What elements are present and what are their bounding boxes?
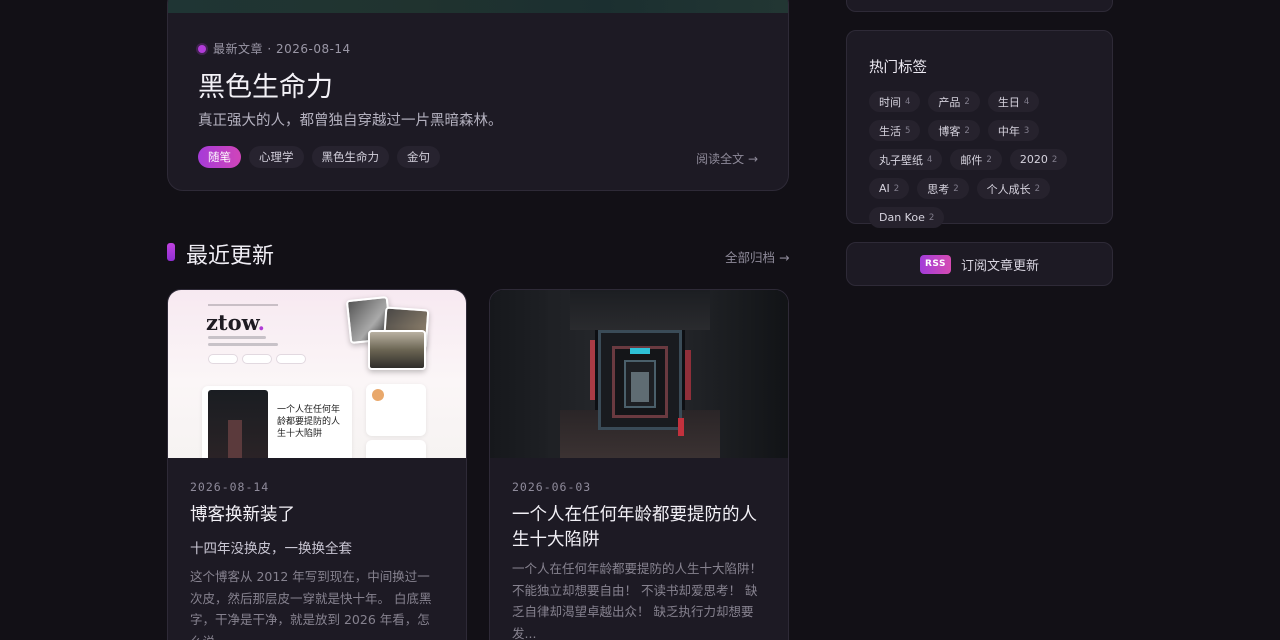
featured-meta: 最新文章 · 2026-08-14 (198, 40, 351, 57)
tag-count: 2 (1051, 154, 1058, 165)
tag-count: 4 (1023, 96, 1030, 107)
section-title: 最近更新 (186, 244, 275, 269)
tag-chip[interactable]: AI 2 (869, 178, 910, 199)
decor-pipe (548, 290, 556, 458)
decor-pill (208, 354, 238, 364)
tag-count: 2 (964, 125, 970, 136)
blog-screenshot-image: ztow. 一个人在任何年龄都要提防的人生十大陷阱 (168, 290, 466, 458)
thumb-logo-dot: . (257, 310, 265, 335)
featured-title[interactable]: 黑色生命力 (198, 65, 333, 104)
article-card[interactable]: ztow. 一个人在任何年龄都要提防的人生十大陷阱 2026-08-14 博客换… (167, 289, 467, 640)
tag-chip[interactable]: 邮件 2 (950, 149, 1002, 170)
featured-cover-image (168, 0, 788, 13)
photo-thumb (368, 330, 426, 370)
article-thumbnail[interactable] (490, 290, 788, 458)
hot-tags-widget: 热门标签 时间 4 产品 2 生日 4 生活 5 博客 2 中年 3 丸子壁纸 4 邮件 2 2… (846, 30, 1113, 228)
decor-pill (242, 354, 272, 364)
page: 最新文章 · 2026-08-14 黑色生命力 真正强大的人，都曾独自穿越过一片… (0, 0, 1280, 640)
decor-sign (630, 348, 650, 354)
tag-chip[interactable]: 思考 2 (917, 178, 969, 199)
tag-label: 生活 (879, 124, 901, 138)
tag-label: 思考 (927, 182, 950, 196)
rss-icon: RSS (919, 254, 951, 274)
article-date: 2026-08-14 (190, 480, 270, 494)
tag-label: 邮件 (960, 153, 983, 167)
tag-chip[interactable]: 个人成长 2 (976, 178, 1051, 199)
featured-tag[interactable]: 随笔 (198, 146, 241, 168)
article-date: 2026-06-03 (512, 480, 592, 494)
sidebar-widget (846, 0, 1113, 12)
tag-chip[interactable]: 丸子壁纸 4 (869, 149, 943, 170)
tag-chip[interactable]: 博客 2 (928, 120, 980, 141)
tag-chip[interactable]: 生活 5 (869, 120, 921, 141)
featured-date-line: 最新文章 · 2026-08-14 (213, 42, 351, 56)
tag-chip[interactable]: 时间 4 (869, 91, 921, 112)
featured-tag[interactable]: 金句 (397, 146, 440, 168)
tag-label: 2020 (1019, 153, 1048, 166)
tag-label: 个人成长 (986, 182, 1031, 196)
avatar (372, 389, 384, 401)
article-thumbnail[interactable]: ztow. 一个人在任何年龄都要提防的人生十大陷阱 (168, 290, 466, 458)
tag-label: 产品 (938, 95, 961, 109)
tag-count: 2 (964, 96, 970, 107)
read-more-link[interactable]: 阅读全文 → (696, 150, 758, 167)
decor-line (208, 343, 278, 346)
decor-pill (276, 354, 306, 364)
tag-count: 4 (905, 96, 911, 107)
decor-light (631, 372, 649, 402)
featured-tag[interactable]: 心理学 (249, 146, 304, 168)
tag-count: 3 (1023, 125, 1030, 136)
tag-chip[interactable]: 中年 3 (987, 120, 1040, 141)
tag-chip[interactable]: Dan Koe 2 (869, 207, 945, 228)
article-title[interactable]: 博客换新装了 (190, 503, 450, 528)
tag-count: 5 (905, 125, 911, 136)
tag-cloud: 时间 4 产品 2 生日 4 生活 5 博客 2 中年 3 丸子壁纸 4 邮件 2 2020 2 … (869, 91, 1097, 228)
tag-count: 2 (986, 154, 992, 165)
featured-tags: 随笔 心理学 黑色生命力 金句 (198, 146, 440, 168)
tag-count: 2 (893, 183, 900, 194)
tag-label: 博客 (938, 124, 961, 138)
rss-subscribe-button[interactable]: RSS 订阅文章更新 (846, 242, 1113, 286)
decor-line (208, 336, 266, 339)
tag-label: 生日 (997, 95, 1020, 109)
article-title[interactable]: 一个人在任何年龄都要提防的人生十大陷阱 (512, 503, 772, 553)
section-accent-bar (167, 243, 175, 261)
article-excerpt: 这个博客从 2012 年写到现在，中间换过一次皮，然后那层皮一穿就是快十年。 白… (190, 569, 432, 640)
featured-article-card[interactable]: 最新文章 · 2026-08-14 黑色生命力 真正强大的人，都曾独自穿越过一片… (167, 0, 789, 191)
article-card[interactable]: 2026-06-03 一个人在任何年龄都要提防的人生十大陷阱 一个人在任何年龄都… (489, 289, 789, 640)
tag-chip[interactable]: 生日 4 (987, 91, 1040, 112)
article-subtitle: 十四年没换皮，一换换全套 (190, 541, 352, 557)
decor-red-light (685, 350, 691, 400)
thumb-dark-core (228, 420, 242, 458)
thumb-side-panel (366, 440, 426, 458)
tag-label: 时间 (879, 95, 901, 109)
decor-line (208, 304, 278, 306)
tag-count: 2 (953, 183, 959, 194)
tag-count: 4 (927, 154, 933, 165)
corridor-image (490, 290, 788, 458)
thumb-logo: ztow. (206, 310, 265, 335)
featured-tag[interactable]: 黑色生命力 (311, 146, 389, 168)
hot-tags-title: 热门标签 (869, 60, 927, 76)
tag-count: 2 (928, 212, 935, 223)
decor-red-light (678, 418, 684, 436)
tag-label: Dan Koe (879, 211, 925, 224)
tag-count: 2 (1034, 183, 1041, 194)
tag-label: AI (879, 182, 890, 195)
status-dot-icon (198, 44, 206, 53)
thumb-dark-image (208, 390, 268, 458)
decor-red-light (590, 340, 595, 400)
decor-ceiling (570, 290, 710, 330)
article-excerpt: 一个人在任何年龄都要提防的人生十大陷阱！ 不能独立却想要自由！ 不读书却爱思考！… (512, 561, 763, 640)
tag-label: 中年 (997, 124, 1020, 138)
thumb-logo-text: ztow (206, 310, 258, 335)
archive-link[interactable]: 全部归档 → (725, 247, 789, 266)
tag-chip[interactable]: 产品 2 (928, 91, 980, 112)
tag-label: 丸子壁纸 (879, 153, 923, 167)
thumb-card-title: 一个人在任何年龄都要提防的人生十大陷阱 (277, 405, 341, 439)
tag-chip[interactable]: 2020 2 (1009, 149, 1068, 170)
featured-subtitle: 真正强大的人，都曾独自穿越过一片黑暗森林。 (198, 113, 503, 129)
rss-label: 订阅文章更新 (960, 258, 1039, 274)
